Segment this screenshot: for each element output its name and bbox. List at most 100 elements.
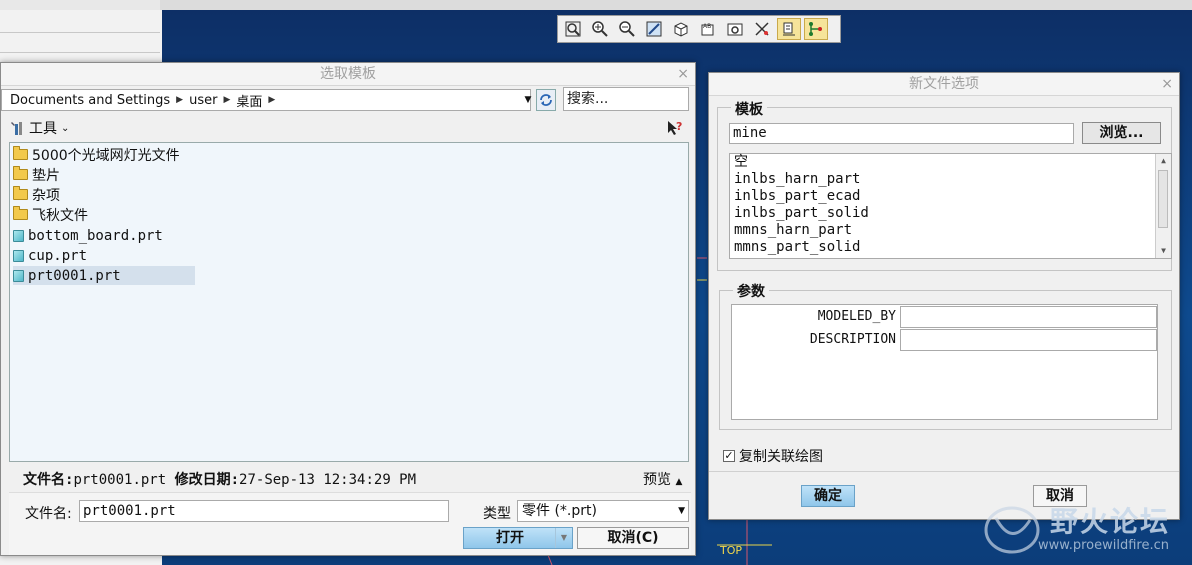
- select-template-dialog: 选取模板 × Documents and Settings ▶ user ▶ 桌…: [0, 62, 696, 556]
- open-options-chevron-icon[interactable]: ▼: [555, 528, 572, 548]
- template-input[interactable]: mine: [729, 123, 1074, 144]
- file-name: cup.prt: [28, 247, 88, 264]
- dialog-title: 选取模板 ×: [1, 63, 695, 86]
- type-select[interactable]: 零件 (*.prt) ▼: [517, 500, 689, 522]
- breadcrumb-separator-icon: ▶: [176, 95, 184, 105]
- file-name: 飞秋文件: [32, 207, 88, 224]
- param-value-input[interactable]: [900, 329, 1157, 351]
- cancel-button[interactable]: 取消(C): [577, 527, 689, 549]
- datum-display-icon[interactable]: [750, 18, 774, 40]
- folder-icon: [13, 166, 28, 180]
- divider: [709, 471, 1179, 472]
- preview-toggle[interactable]: 预览 ▲: [643, 469, 682, 489]
- chevron-down-icon: ▼: [678, 506, 685, 516]
- path-dropdown-icon[interactable]: ▼: [521, 89, 535, 111]
- breadcrumb-item-documents[interactable]: Documents and Settings: [10, 93, 170, 108]
- scrollbar[interactable]: ▲ ▼: [1155, 154, 1171, 258]
- dialog-title-text: 新文件选项: [909, 76, 979, 92]
- annotation-display-icon[interactable]: [777, 18, 801, 40]
- preview-label: 预览: [643, 472, 671, 488]
- whats-this-help-icon[interactable]: ?: [666, 119, 684, 137]
- saved-views-icon[interactable]: AB: [696, 18, 720, 40]
- file-name: bottom_board.prt: [28, 227, 163, 244]
- search-input[interactable]: 搜索...: [563, 87, 689, 111]
- list-item[interactable]: 杂项: [13, 185, 66, 204]
- spin-center-icon[interactable]: [804, 18, 828, 40]
- list-item-selected[interactable]: prt0001.prt: [13, 266, 195, 285]
- dialog-title-text: 选取模板: [320, 66, 376, 82]
- copy-drawing-label: 复制关联绘图: [739, 449, 823, 465]
- close-icon[interactable]: ×: [1161, 73, 1173, 95]
- display-style-icon[interactable]: [669, 18, 693, 40]
- params-group-title: 参数: [733, 281, 769, 301]
- list-item[interactable]: 飞秋文件: [13, 205, 94, 224]
- breadcrumb-item-desktop[interactable]: 桌面: [236, 91, 262, 110]
- table-row: DESCRIPTION: [732, 329, 1157, 351]
- dialog-title: 新文件选项 ×: [709, 73, 1179, 96]
- list-item[interactable]: inlbs_part_ecad: [734, 188, 860, 205]
- part-icon: [13, 269, 24, 282]
- folder-icon: [13, 206, 28, 220]
- copy-drawing-checkbox[interactable]: ✓: [723, 450, 735, 462]
- zoom-out-icon[interactable]: [615, 18, 639, 40]
- folder-icon: [13, 146, 28, 160]
- breadcrumb[interactable]: Documents and Settings ▶ user ▶ 桌面 ▶: [1, 89, 531, 111]
- type-label: 类型: [483, 506, 511, 522]
- menu-bar-strip: [0, 0, 160, 10]
- zoom-in-icon[interactable]: [588, 18, 612, 40]
- filename-input[interactable]: prt0001.prt: [79, 500, 449, 522]
- refit-icon[interactable]: [561, 18, 585, 40]
- type-select-value: 零件 (*.prt): [522, 503, 597, 519]
- open-button[interactable]: 打开 ▼: [463, 527, 573, 549]
- graphics-toolbar: AB: [557, 15, 841, 43]
- file-name: 杂项: [32, 187, 60, 204]
- chevron-up-icon: ▲: [675, 477, 683, 487]
- copy-drawing-option[interactable]: ✓ 复制关联绘图: [723, 446, 823, 466]
- table-row: MODELED_BY: [732, 306, 1157, 328]
- list-item[interactable]: inlbs_part_solid: [734, 205, 869, 222]
- scroll-down-icon[interactable]: ▼: [1156, 244, 1171, 258]
- browse-button[interactable]: 浏览...: [1082, 122, 1161, 144]
- chevron-down-icon: ⌄: [61, 122, 70, 134]
- list-item[interactable]: mmns_part_solid: [734, 239, 860, 256]
- scroll-up-icon[interactable]: ▲: [1156, 154, 1171, 168]
- view-manager-icon[interactable]: [723, 18, 747, 40]
- svg-text:AB: AB: [703, 23, 711, 30]
- new-file-options-dialog: 新文件选项 × 模板 mine 浏览... 空 inlbs_harn_part …: [708, 72, 1180, 520]
- list-item[interactable]: inlbs_harn_part: [734, 171, 860, 188]
- list-item[interactable]: cup.prt: [13, 246, 93, 265]
- repaint-icon[interactable]: [642, 18, 666, 40]
- info-name-label: 文件名:: [23, 472, 74, 488]
- open-button-label: 打开: [496, 530, 524, 546]
- refresh-icon: [540, 94, 552, 106]
- part-icon: [13, 229, 24, 242]
- scroll-thumb[interactable]: [1158, 170, 1168, 228]
- list-item[interactable]: 垫片: [13, 165, 66, 184]
- ok-button[interactable]: 确定: [801, 485, 855, 507]
- file-name: 5000个光域网灯光文件: [32, 147, 180, 164]
- tools-menu[interactable]: 工具 ⌄: [9, 118, 69, 138]
- filename-label: 文件名:: [25, 506, 72, 522]
- template-list[interactable]: 空 inlbs_harn_part inlbs_part_ecad inlbs_…: [729, 153, 1172, 259]
- param-name: MODELED_BY: [817, 309, 896, 324]
- tools-icon: [11, 122, 22, 135]
- datum-plane-label: TOP: [720, 544, 743, 557]
- list-item[interactable]: 5000个光域网灯光文件: [13, 145, 186, 164]
- folder-icon: [13, 186, 28, 200]
- info-name-value: prt0001.prt: [73, 472, 167, 488]
- list-item[interactable]: 空: [734, 154, 748, 171]
- part-icon: [13, 249, 24, 262]
- template-group-title: 模板: [731, 99, 767, 119]
- param-value-input[interactable]: [900, 306, 1157, 328]
- info-date-value: 27-Sep-13 12:34:29 PM: [239, 472, 417, 488]
- file-name: prt0001.prt: [28, 267, 121, 284]
- list-item[interactable]: bottom_board.prt: [13, 226, 169, 245]
- file-list[interactable]: 5000个光域网灯光文件 垫片 杂项 飞秋文件 bottom_board.prt…: [9, 142, 689, 462]
- breadcrumb-item-user[interactable]: user: [189, 93, 217, 108]
- refresh-button[interactable]: [536, 89, 556, 111]
- list-item[interactable]: mmns_harn_part: [734, 222, 852, 239]
- info-date-label: 修改日期:: [174, 472, 240, 488]
- param-name: DESCRIPTION: [809, 332, 896, 347]
- close-icon[interactable]: ×: [677, 63, 689, 85]
- params-table: MODELED_BY DESCRIPTION: [731, 304, 1158, 420]
